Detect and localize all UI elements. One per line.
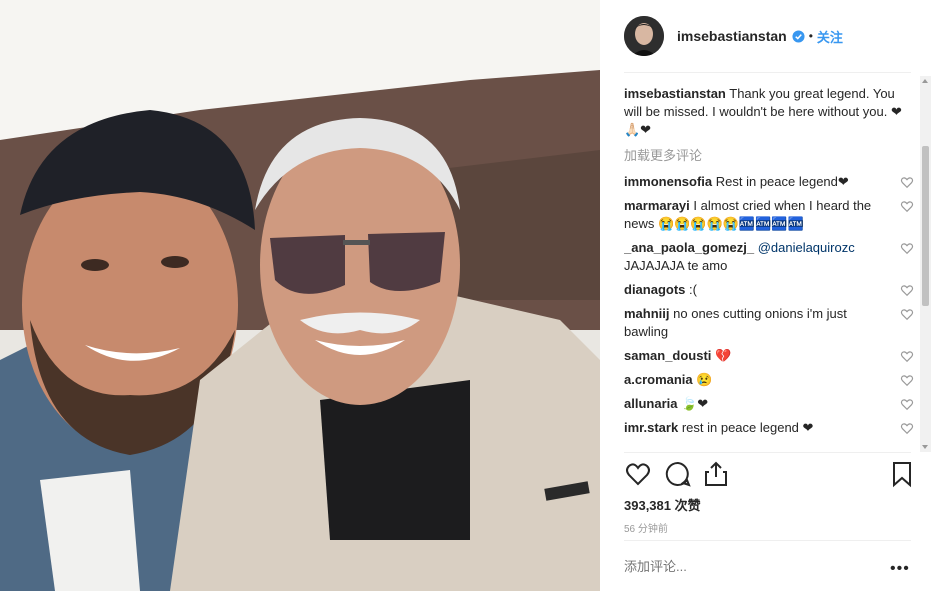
- add-comment-input[interactable]: [624, 559, 864, 574]
- share-icon[interactable]: [702, 460, 730, 488]
- comment-text: 😢: [696, 372, 713, 387]
- post-details-panel: imsebastianstan • 关注 imsebastianstan Tha…: [600, 0, 935, 591]
- scrollbar-thumb[interactable]: [922, 146, 929, 306]
- header-divider: [624, 72, 911, 73]
- comment-row: dianagots :(: [624, 281, 914, 299]
- heart-icon[interactable]: [900, 283, 914, 297]
- comment-row: _ana_paola_gomezj_ @danielaquirozc JAJAJA…: [624, 239, 914, 275]
- header-username[interactable]: imsebastianstan: [677, 28, 787, 44]
- comment-text: 🍃❤: [681, 396, 709, 411]
- comment-mention[interactable]: @danielaquirozc: [758, 240, 855, 255]
- instagram-post-view: imsebastianstan • 关注 imsebastianstan Tha…: [0, 0, 935, 591]
- heart-icon[interactable]: [900, 199, 914, 213]
- comment-username[interactable]: imr.stark: [624, 420, 678, 435]
- heart-icon[interactable]: [900, 349, 914, 363]
- heart-icon[interactable]: [900, 241, 914, 255]
- avatar[interactable]: [624, 16, 664, 56]
- post-timestamp[interactable]: 56 分钟前: [624, 520, 668, 535]
- post-photo[interactable]: [0, 0, 600, 591]
- caption: imsebastianstan Thank you great legend. …: [624, 85, 914, 139]
- comment-text: JAJAJAJA te amo: [624, 258, 728, 273]
- caption-username[interactable]: imsebastianstan: [624, 86, 726, 101]
- comment-username[interactable]: _ana_paola_gomezj_: [624, 240, 754, 255]
- comment-text: 💔: [715, 348, 732, 363]
- actions-divider: [624, 452, 911, 453]
- action-bar: [624, 460, 914, 490]
- post-header: imsebastianstan • 关注: [600, 0, 935, 72]
- comment-row: a.cromania 😢: [624, 371, 914, 389]
- comments-scrollbar[interactable]: [920, 76, 931, 452]
- comment-text: :(: [689, 282, 697, 297]
- comment-text: Rest in peace legend❤: [715, 174, 849, 189]
- likes-count[interactable]: 393,381 次赞: [624, 495, 701, 514]
- comment-username[interactable]: dianagots: [624, 282, 685, 297]
- load-more-comments-button[interactable]: 加载更多评论: [624, 147, 914, 165]
- bookmark-icon[interactable]: [888, 460, 916, 488]
- comment-row: allunaria 🍃❤: [624, 395, 914, 413]
- comment-username[interactable]: mahniij: [624, 306, 670, 321]
- more-options-button[interactable]: •••: [890, 560, 910, 578]
- comment-username[interactable]: a.cromania: [624, 372, 693, 387]
- verified-badge-icon: [792, 29, 805, 43]
- comment-row: immonensofia Rest in peace legend❤: [624, 173, 914, 191]
- scroll-down-arrow-icon[interactable]: [922, 445, 928, 449]
- comment-username[interactable]: saman_dousti: [624, 348, 711, 363]
- heart-icon[interactable]: [900, 175, 914, 189]
- comment-icon[interactable]: [664, 460, 692, 488]
- heart-icon[interactable]: [900, 373, 914, 387]
- comment-username[interactable]: immonensofia: [624, 174, 712, 189]
- comment-row: mahniij no ones cutting onions i'm just …: [624, 305, 914, 341]
- comment-row: marmarayi I almost cried when I heard th…: [624, 197, 914, 233]
- comments-list[interactable]: imsebastianstan Thank you great legend. …: [624, 85, 914, 450]
- separator-dot: •: [808, 29, 813, 43]
- heart-icon[interactable]: [900, 397, 914, 411]
- follow-button[interactable]: 关注: [817, 27, 843, 46]
- comment-row: saman_dousti 💔: [624, 347, 914, 365]
- comment-input-divider: [624, 540, 911, 541]
- scroll-up-arrow-icon[interactable]: [922, 79, 928, 83]
- heart-icon[interactable]: [624, 460, 652, 488]
- comment-row: imr.stark rest in peace legend ❤: [624, 419, 914, 437]
- comment-text: rest in peace legend ❤: [681, 420, 814, 435]
- comment-username[interactable]: marmarayi: [624, 198, 690, 213]
- comment-username[interactable]: allunaria: [624, 396, 677, 411]
- heart-icon[interactable]: [900, 307, 914, 321]
- heart-icon[interactable]: [900, 421, 914, 435]
